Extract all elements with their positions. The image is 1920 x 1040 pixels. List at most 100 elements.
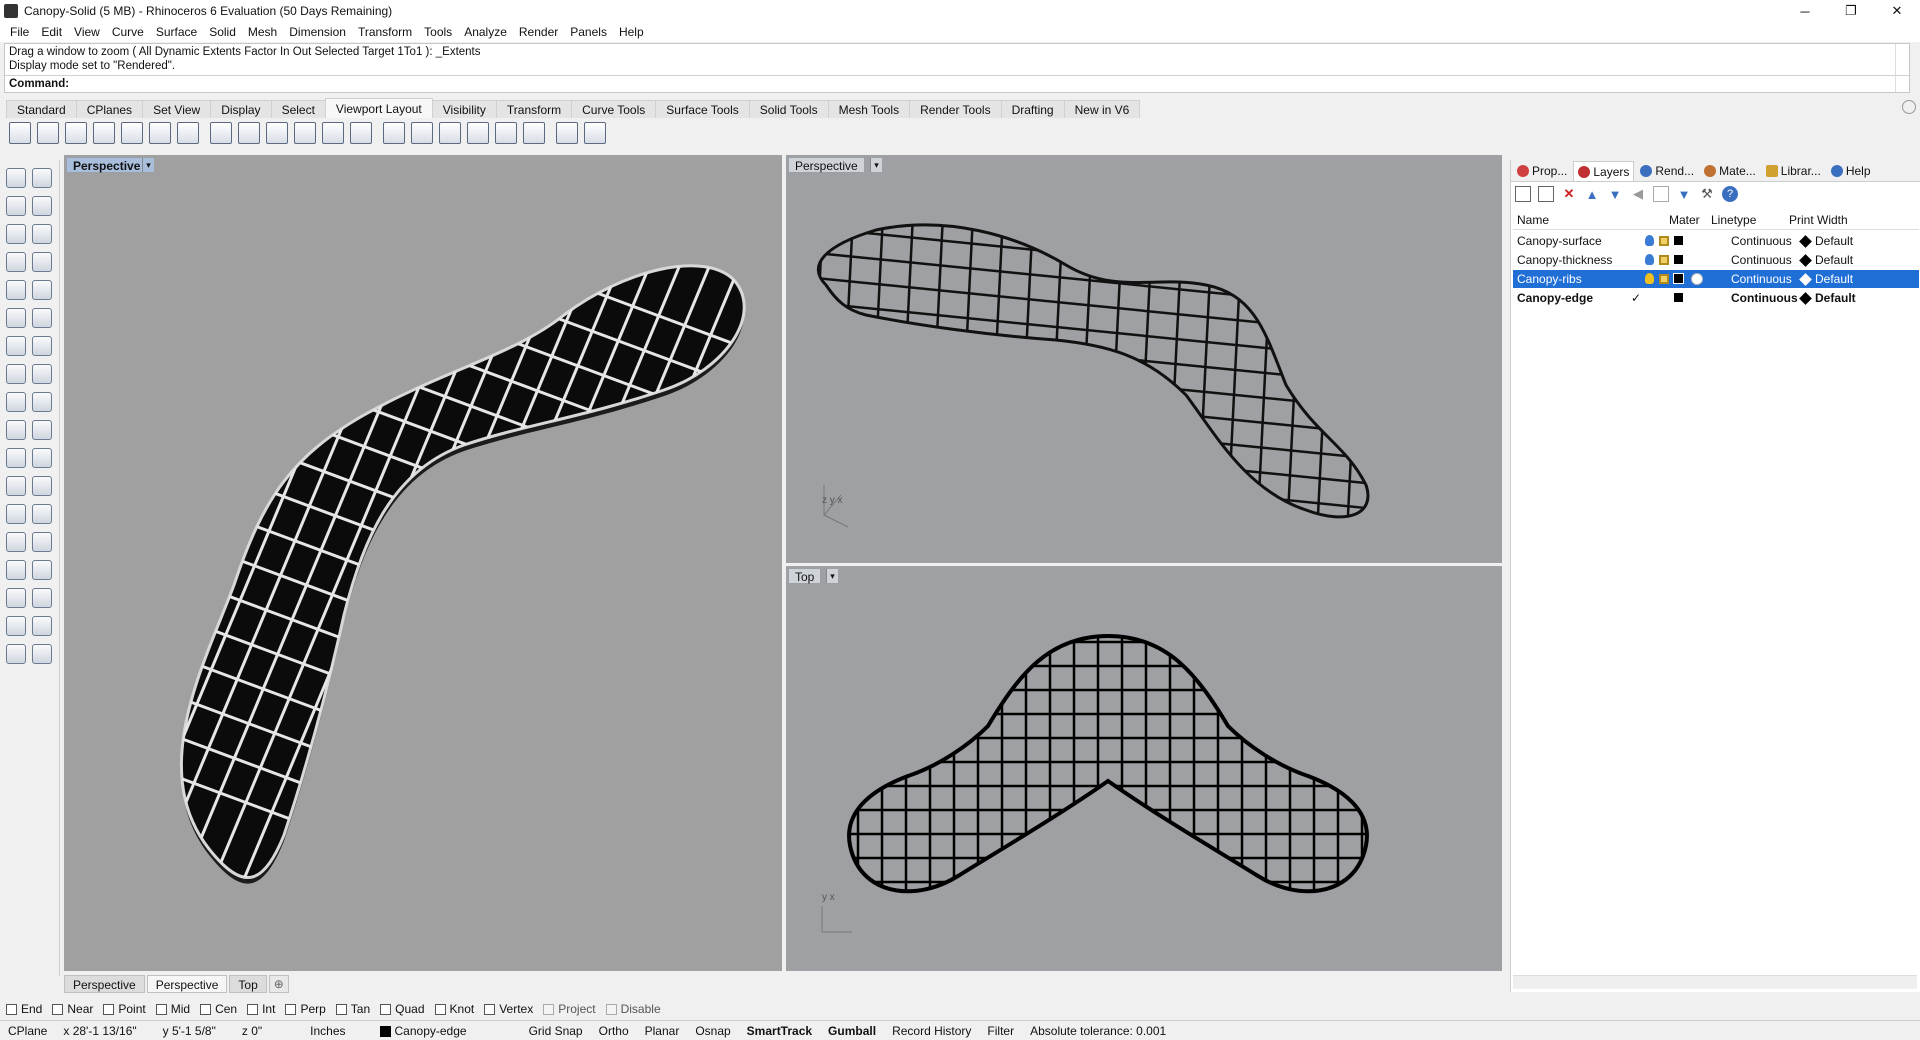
layer-row[interactable]: Canopy-thickness Continuous Default [1513, 251, 1919, 269]
print-icon[interactable] [556, 122, 578, 144]
split-vertical-icon[interactable] [149, 122, 171, 144]
new-viewport-icon[interactable] [93, 122, 115, 144]
panel-tab-help[interactable]: Help [1827, 161, 1875, 181]
rectangle-icon[interactable] [32, 252, 52, 272]
ungroup-icon[interactable] [32, 448, 52, 468]
panel-tab-properties[interactable]: Prop... [1513, 161, 1571, 181]
grid-options-icon[interactable] [294, 122, 316, 144]
check-icon[interactable] [32, 616, 52, 636]
lock-icon[interactable] [1659, 274, 1669, 284]
chevron-down-icon[interactable]: ▾ [826, 569, 838, 583]
document-icon[interactable] [584, 122, 606, 144]
osnap-disable[interactable]: Disable [605, 1002, 661, 1016]
viewport-label[interactable]: Top [788, 568, 822, 584]
split-icon[interactable] [32, 420, 52, 440]
osnap-toggle[interactable]: Osnap [687, 1024, 738, 1038]
menu-solid[interactable]: Solid [203, 25, 242, 39]
move-up-icon[interactable]: ▲ [1584, 186, 1600, 202]
box-icon[interactable] [6, 336, 26, 356]
ghosted-icon[interactable] [322, 122, 344, 144]
delete-layer-icon[interactable]: ✕ [1561, 186, 1577, 202]
viewport-tab-top[interactable]: Top [229, 975, 267, 993]
tab-cplanes[interactable]: CPlanes [75, 100, 144, 118]
menu-help[interactable]: Help [613, 25, 650, 39]
command-scrollbar[interactable] [1895, 44, 1909, 92]
fillet-curve-icon[interactable] [32, 280, 52, 300]
layer-color-swatch[interactable] [1673, 235, 1684, 246]
current-layer[interactable]: Canopy-edge [354, 1024, 475, 1038]
array-icon[interactable] [6, 588, 26, 608]
point-icon[interactable] [32, 168, 52, 188]
split-horizontal-icon[interactable] [121, 122, 143, 144]
viewport-perspective-rendered[interactable]: Perspective ▾ [64, 155, 782, 971]
polyline-icon[interactable] [6, 196, 26, 216]
current-layer-check-icon[interactable]: ✓ [1631, 291, 1641, 305]
osnap-int[interactable]: Int [247, 1002, 275, 1016]
viewport-tab-perspective-2[interactable]: Perspective [146, 975, 228, 993]
surface-icon[interactable] [6, 308, 26, 328]
camera-icon[interactable] [523, 122, 545, 144]
move-icon[interactable] [6, 532, 26, 552]
osnap-tan[interactable]: Tan [335, 1002, 370, 1016]
panel-horizontal-scrollbar[interactable] [1513, 975, 1917, 989]
block-icon[interactable] [6, 560, 26, 580]
mesh-icon[interactable] [32, 364, 52, 384]
panel-tab-materials[interactable]: Mate... [1700, 161, 1760, 181]
single-viewport-icon[interactable] [65, 122, 87, 144]
ellipse-icon[interactable] [32, 224, 52, 244]
menu-file[interactable]: File [4, 25, 35, 39]
layer-color-swatch[interactable] [1673, 292, 1684, 303]
named-views-icon[interactable] [467, 122, 489, 144]
lightbulb-icon[interactable] [1645, 254, 1654, 265]
open-layout-icon[interactable] [495, 122, 517, 144]
polygon-icon[interactable] [6, 280, 26, 300]
osnap-perp[interactable]: Perp [285, 1002, 326, 1016]
four-viewports-icon[interactable] [9, 122, 31, 144]
layer-row-selected[interactable]: Canopy-ribs Continuous Default [1513, 270, 1919, 288]
layer-row-current[interactable]: Canopy-edge ✓ Continuous Default [1513, 289, 1919, 307]
layer-print-width[interactable]: Default [1815, 253, 1853, 267]
layer-linetype[interactable]: Continuous [1731, 291, 1798, 305]
layer-states-icon[interactable] [1653, 186, 1669, 202]
osnap-end[interactable]: End [6, 1002, 42, 1016]
viewport-perspective-wireframe[interactable]: Perspective ▾ z y x [786, 155, 1502, 563]
help-icon[interactable]: ? [1722, 186, 1738, 202]
page-layout-icon[interactable] [383, 122, 405, 144]
osnap-vertex[interactable]: Vertex [484, 1002, 533, 1016]
panel-tab-libraries[interactable]: Librar... [1762, 161, 1825, 181]
tab-new-in-v6[interactable]: New in V6 [1063, 100, 1141, 118]
column-print-width[interactable]: Print Width [1789, 213, 1848, 227]
layout-properties-icon[interactable] [439, 122, 461, 144]
lightbulb-icon[interactable] [1645, 273, 1654, 284]
layer-color-swatch[interactable] [1673, 254, 1684, 265]
viewport-tab-perspective[interactable]: Perspective [64, 975, 145, 993]
fillet-edge-icon[interactable] [6, 476, 26, 496]
layer-linetype[interactable]: Continuous [1731, 272, 1792, 286]
boolean-union-icon[interactable] [32, 336, 52, 356]
menu-panels[interactable]: Panels [564, 25, 613, 39]
layer-linetype[interactable]: Continuous [1731, 234, 1792, 248]
tools-icon[interactable]: ⚒ [1699, 186, 1715, 202]
column-name[interactable]: Name [1517, 213, 1549, 227]
chevron-down-icon[interactable]: ▾ [142, 158, 154, 172]
cplane-indicator[interactable]: CPlane [0, 1024, 55, 1038]
column-linetype[interactable]: Linetype [1711, 213, 1756, 227]
material-swatch[interactable] [1691, 273, 1703, 285]
menu-analyze[interactable]: Analyze [458, 25, 513, 39]
viewport-top[interactable]: Top ▾ y x [786, 566, 1502, 971]
grid-icon[interactable] [210, 122, 232, 144]
tab-visibility[interactable]: Visibility [431, 100, 497, 118]
tab-mesh-tools[interactable]: Mesh Tools [827, 100, 911, 118]
menu-dimension[interactable]: Dimension [283, 25, 352, 39]
extrude-surface-icon[interactable] [32, 308, 52, 328]
add-viewport-tab-icon[interactable]: ⊕ [268, 975, 289, 993]
gear-icon[interactable] [1902, 100, 1916, 114]
arc-icon[interactable] [6, 252, 26, 272]
osnap-cen[interactable]: Cen [200, 1002, 237, 1016]
layer-print-width[interactable]: Default [1815, 291, 1856, 305]
offset-icon[interactable] [32, 476, 52, 496]
menu-curve[interactable]: Curve [106, 25, 150, 39]
lock-icon[interactable] [1659, 236, 1669, 246]
menu-view[interactable]: View [68, 25, 106, 39]
viewport-label[interactable]: Perspective [788, 157, 865, 173]
